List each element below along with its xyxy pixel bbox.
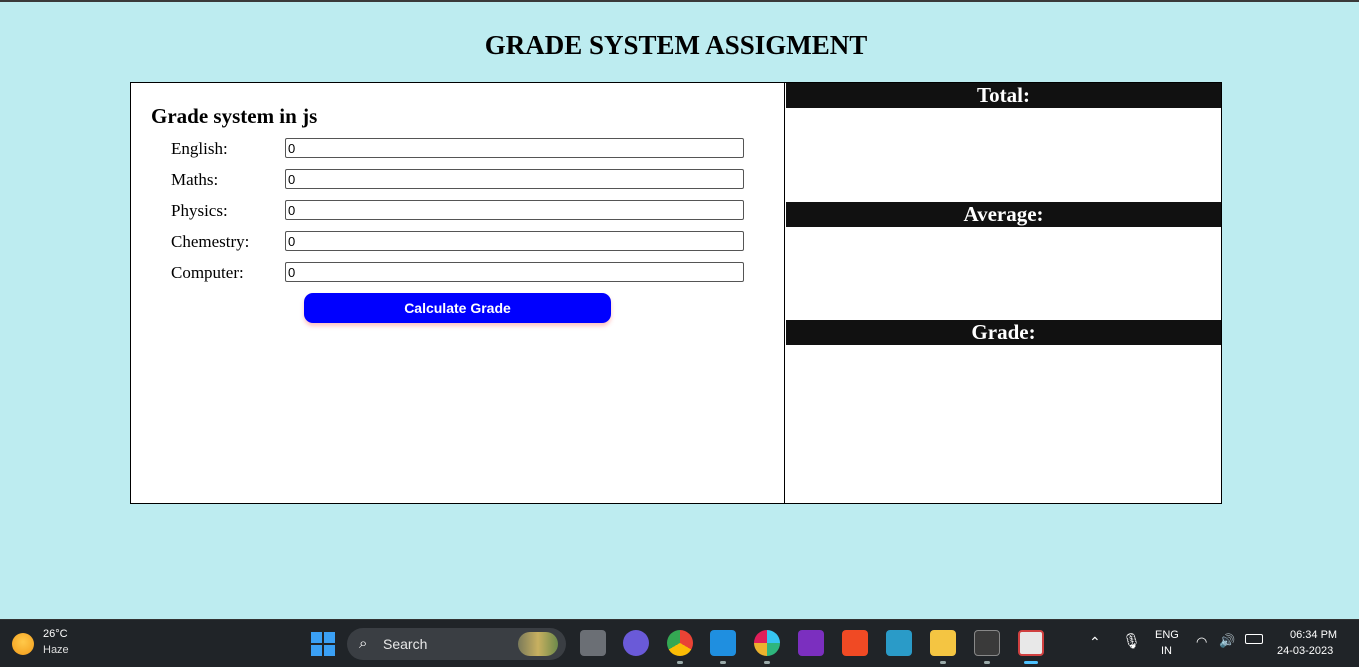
weather-desc: Haze <box>43 644 69 656</box>
onenote-icon[interactable] <box>798 630 824 656</box>
brave-icon[interactable] <box>842 630 868 656</box>
average-header: Average: <box>786 202 1221 227</box>
physics-row: Physics: <box>171 200 751 221</box>
grade-container: Grade system in js English: Maths: Physi… <box>130 82 1222 504</box>
chrome-running-indicator <box>677 661 683 664</box>
maths-row: Maths: <box>171 169 751 190</box>
english-label: English: <box>171 139 228 158</box>
active-app-indicator <box>1024 661 1038 664</box>
region-code[interactable]: IN <box>1161 645 1172 657</box>
computer-input[interactable] <box>285 262 744 282</box>
top-border <box>0 0 1359 2</box>
physics-input[interactable] <box>285 200 744 220</box>
chemistry-label: Chemestry: <box>171 232 250 251</box>
task-view-icon[interactable] <box>580 630 606 656</box>
weather-widget[interactable]: 26°C Haze <box>10 626 90 662</box>
search-label: Search <box>383 636 428 652</box>
results-panel: Total: Average: Grade: <box>786 83 1221 503</box>
wifi-icon[interactable]: ◠ <box>1196 634 1207 650</box>
battery-icon[interactable] <box>1245 634 1263 644</box>
haze-sun-icon <box>12 633 34 655</box>
computer-row: Computer: <box>171 262 751 283</box>
language-code[interactable]: ENG <box>1155 629 1179 641</box>
microphone-icon[interactable]: 🎙 <box>1122 632 1141 650</box>
physics-label: Physics: <box>171 201 228 220</box>
taskbar: 26°C Haze ⌕ Search ⌃ 🎙 ENG IN ◠ 🔊 06:34 … <box>0 619 1359 667</box>
explorer-running-indicator <box>940 661 946 664</box>
english-input[interactable] <box>285 138 744 158</box>
maths-label: Maths: <box>171 170 219 189</box>
file-explorer-icon[interactable] <box>930 630 956 656</box>
chrome-icon[interactable] <box>667 630 693 656</box>
teams-chat-icon[interactable] <box>623 630 649 656</box>
search-highlight-image <box>518 632 558 656</box>
windows-start-icon[interactable] <box>310 631 336 657</box>
maths-input[interactable] <box>285 169 744 189</box>
form-title: Grade system in js <box>151 104 318 128</box>
weather-temp: 26°C <box>43 628 68 640</box>
clock-date[interactable]: 24-03-2023 <box>1277 645 1333 657</box>
terminal-icon[interactable] <box>974 630 1000 656</box>
slack-icon[interactable] <box>754 630 780 656</box>
terminal-running-indicator <box>984 661 990 664</box>
search-icon: ⌕ <box>359 635 368 652</box>
clock-time[interactable]: 06:34 PM <box>1290 629 1337 641</box>
computer-label: Computer: <box>171 263 244 282</box>
vscode-icon[interactable] <box>710 630 736 656</box>
game-icon[interactable] <box>886 630 912 656</box>
grade-header: Grade: <box>786 320 1221 345</box>
vscode-running-indicator <box>720 661 726 664</box>
page-title: GRADE SYSTEM ASSIGMENT <box>484 30 868 60</box>
slack-running-indicator <box>764 661 770 664</box>
chevron-up-icon[interactable]: ⌃ <box>1089 634 1101 651</box>
total-header: Total: <box>786 83 1221 108</box>
chemistry-row: Chemestry: <box>171 231 751 252</box>
english-row: English: <box>171 138 751 159</box>
volume-icon[interactable]: 🔊 <box>1219 633 1235 649</box>
chemistry-input[interactable] <box>285 231 744 251</box>
grade-form-panel: Grade system in js English: Maths: Physi… <box>131 83 785 503</box>
taskbar-search[interactable]: ⌕ Search <box>347 628 566 660</box>
calculate-grade-button[interactable]: Calculate Grade <box>304 293 611 323</box>
snipping-tool-icon[interactable] <box>1018 630 1044 656</box>
